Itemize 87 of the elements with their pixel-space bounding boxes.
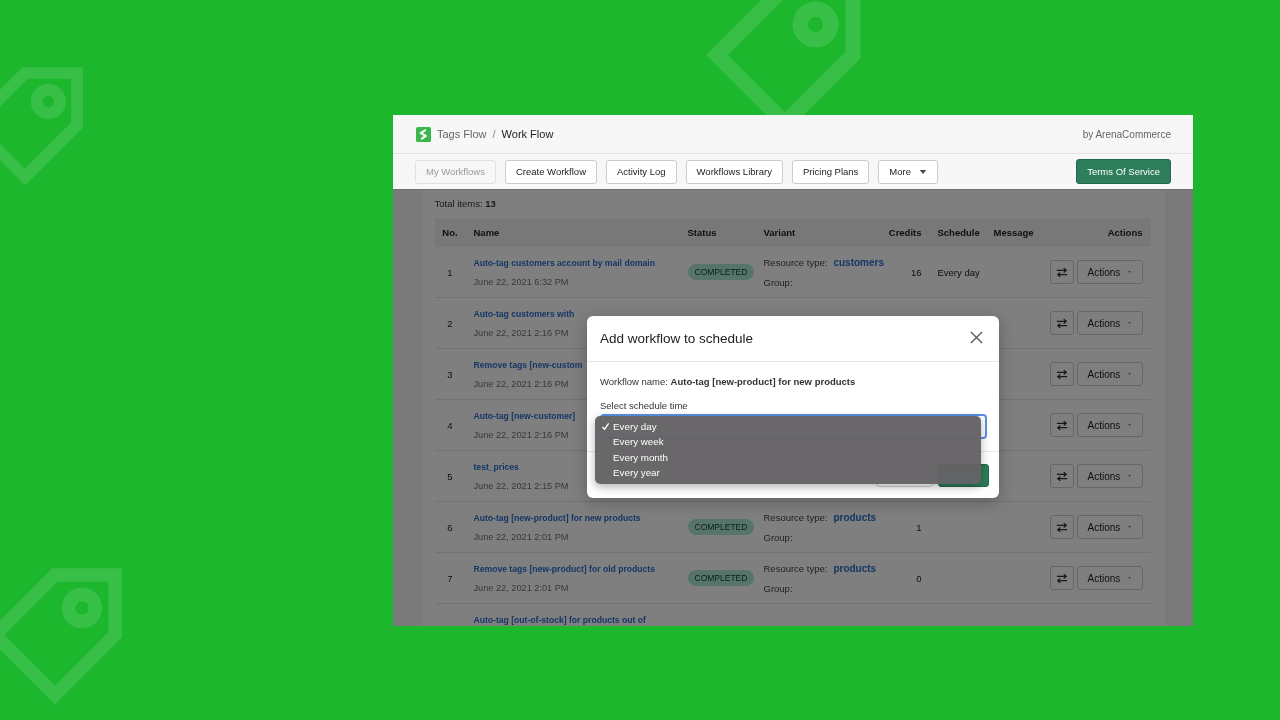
row-number: 4	[447, 419, 453, 431]
credits-text: 0	[916, 572, 922, 584]
nav-button[interactable]: Activity Log	[606, 159, 677, 184]
actions-button[interactable]: Actions	[1076, 260, 1143, 284]
row-number: 7	[447, 572, 453, 584]
actions-button[interactable]: Actions	[1076, 311, 1143, 335]
status-badge: COMPLETED	[687, 264, 755, 280]
swap-button[interactable]	[1049, 566, 1074, 590]
actions-button[interactable]: Actions	[1076, 515, 1143, 539]
workflow-link[interactable]: Auto-tag [out-of-stock] for products out of	[473, 615, 646, 625]
row-number: 3	[447, 368, 453, 380]
field-label: Select schedule time	[600, 400, 689, 411]
row-number: 5	[447, 470, 453, 482]
nav-button[interactable]: Pricing Plans	[791, 159, 870, 184]
date-text: June 22, 2021 2:15 PM	[473, 481, 569, 491]
group-label: Group:	[763, 582, 794, 594]
dropdown-option[interactable]: Every week	[595, 434, 981, 450]
actions-button[interactable]: Actions	[1076, 566, 1143, 590]
swap-button[interactable]	[1049, 413, 1074, 437]
date-text: June 22, 2021 2:16 PM	[473, 379, 569, 389]
caret-icon	[919, 168, 927, 175]
swap-button[interactable]	[1049, 362, 1074, 386]
swap-icon	[1055, 521, 1068, 533]
resource-link[interactable]: products	[833, 562, 877, 574]
schedule-text: Every day	[937, 266, 981, 278]
vendor-text: by ArenaCommerce	[1082, 128, 1171, 140]
column-header: Variant	[763, 227, 797, 238]
swap-icon	[1055, 266, 1068, 278]
dropdown-option[interactable]: Every year	[595, 464, 981, 481]
more-menu-button[interactable]: More	[878, 159, 938, 184]
swap-icon	[1055, 419, 1068, 431]
swap-button[interactable]	[1049, 464, 1074, 488]
breadcrumb-separator: /	[492, 128, 496, 140]
swap-button[interactable]	[1049, 311, 1074, 335]
nav-button[interactable]: Create Workflow	[504, 159, 597, 184]
total-items: Total items: 13	[434, 197, 497, 211]
column-header: Status	[687, 227, 718, 238]
column-header: Message	[993, 227, 1034, 238]
column-header: Name	[473, 227, 500, 238]
resource-label: Resource type:	[763, 256, 828, 268]
terms-button[interactable]: Terms Of Service	[1076, 159, 1171, 184]
date-text: June 22, 2021 2:16 PM	[473, 328, 569, 338]
row-number: 2	[447, 317, 453, 329]
swap-icon	[1055, 368, 1068, 380]
date-text: June 22, 2021 6:32 PM	[473, 277, 569, 287]
workflow-link[interactable]: Remove tags [new-custom	[473, 360, 583, 370]
column-header: Actions	[1107, 227, 1143, 238]
workflow-link[interactable]: Auto-tag [new-product] for new products	[473, 513, 641, 523]
column-header: Schedule	[937, 227, 981, 238]
modal-title: Add workflow to schedule	[600, 331, 754, 346]
row-number: 1	[447, 266, 453, 278]
actions-button[interactable]: Actions	[1076, 464, 1143, 488]
workflow-link[interactable]: test_prices	[473, 462, 519, 472]
swap-icon	[1055, 470, 1068, 482]
swap-button[interactable]	[1049, 260, 1074, 284]
column-header: Credits	[888, 227, 922, 238]
group-label: Group:	[763, 531, 794, 543]
resource-link[interactable]: customers	[833, 256, 884, 268]
workflow-link[interactable]: Auto-tag customers with	[473, 309, 575, 319]
nav-button[interactable]: Workflows Library	[685, 159, 783, 184]
status-badge: COMPLETED	[687, 570, 755, 586]
credits-text: 1	[916, 521, 922, 533]
workflow-name-text: Workflow name: Auto-tag [new-product] for new products	[600, 376, 857, 387]
resource-label: Resource type:	[763, 511, 828, 523]
column-header: No.	[442, 227, 458, 238]
date-text: June 22, 2021 2:01 PM	[473, 583, 569, 593]
dropdown-option[interactable]: Every month	[595, 449, 981, 465]
workflow-link[interactable]: Remove tags [new-product] for old products	[473, 564, 655, 574]
credits-text: 16	[910, 266, 922, 278]
swap-icon	[1055, 572, 1068, 584]
date-text: June 22, 2021 2:01 PM	[473, 532, 569, 542]
status-badge: COMPLETED	[687, 519, 755, 535]
resource-link[interactable]: products	[833, 511, 877, 523]
actions-button[interactable]: Actions	[1076, 362, 1143, 386]
page-title: Work Flow	[501, 128, 554, 140]
actions-button[interactable]: Actions	[1076, 413, 1143, 437]
row-number: 6	[447, 521, 453, 533]
date-text: June 22, 2021 2:16 PM	[473, 430, 569, 440]
dropdown-option[interactable]: Every day	[595, 419, 981, 435]
breadcrumb-link[interactable]: Tags Flow	[437, 128, 487, 140]
logo-icon	[416, 126, 431, 142]
workflow-link[interactable]: Auto-tag [new-customer]	[473, 411, 576, 421]
swap-button[interactable]	[1049, 515, 1074, 539]
workflow-link[interactable]: Auto-tag customers account by mail domain	[473, 258, 655, 268]
resource-label: Resource type:	[763, 562, 828, 574]
group-label: Group:	[763, 276, 794, 288]
swap-icon	[1055, 317, 1068, 329]
